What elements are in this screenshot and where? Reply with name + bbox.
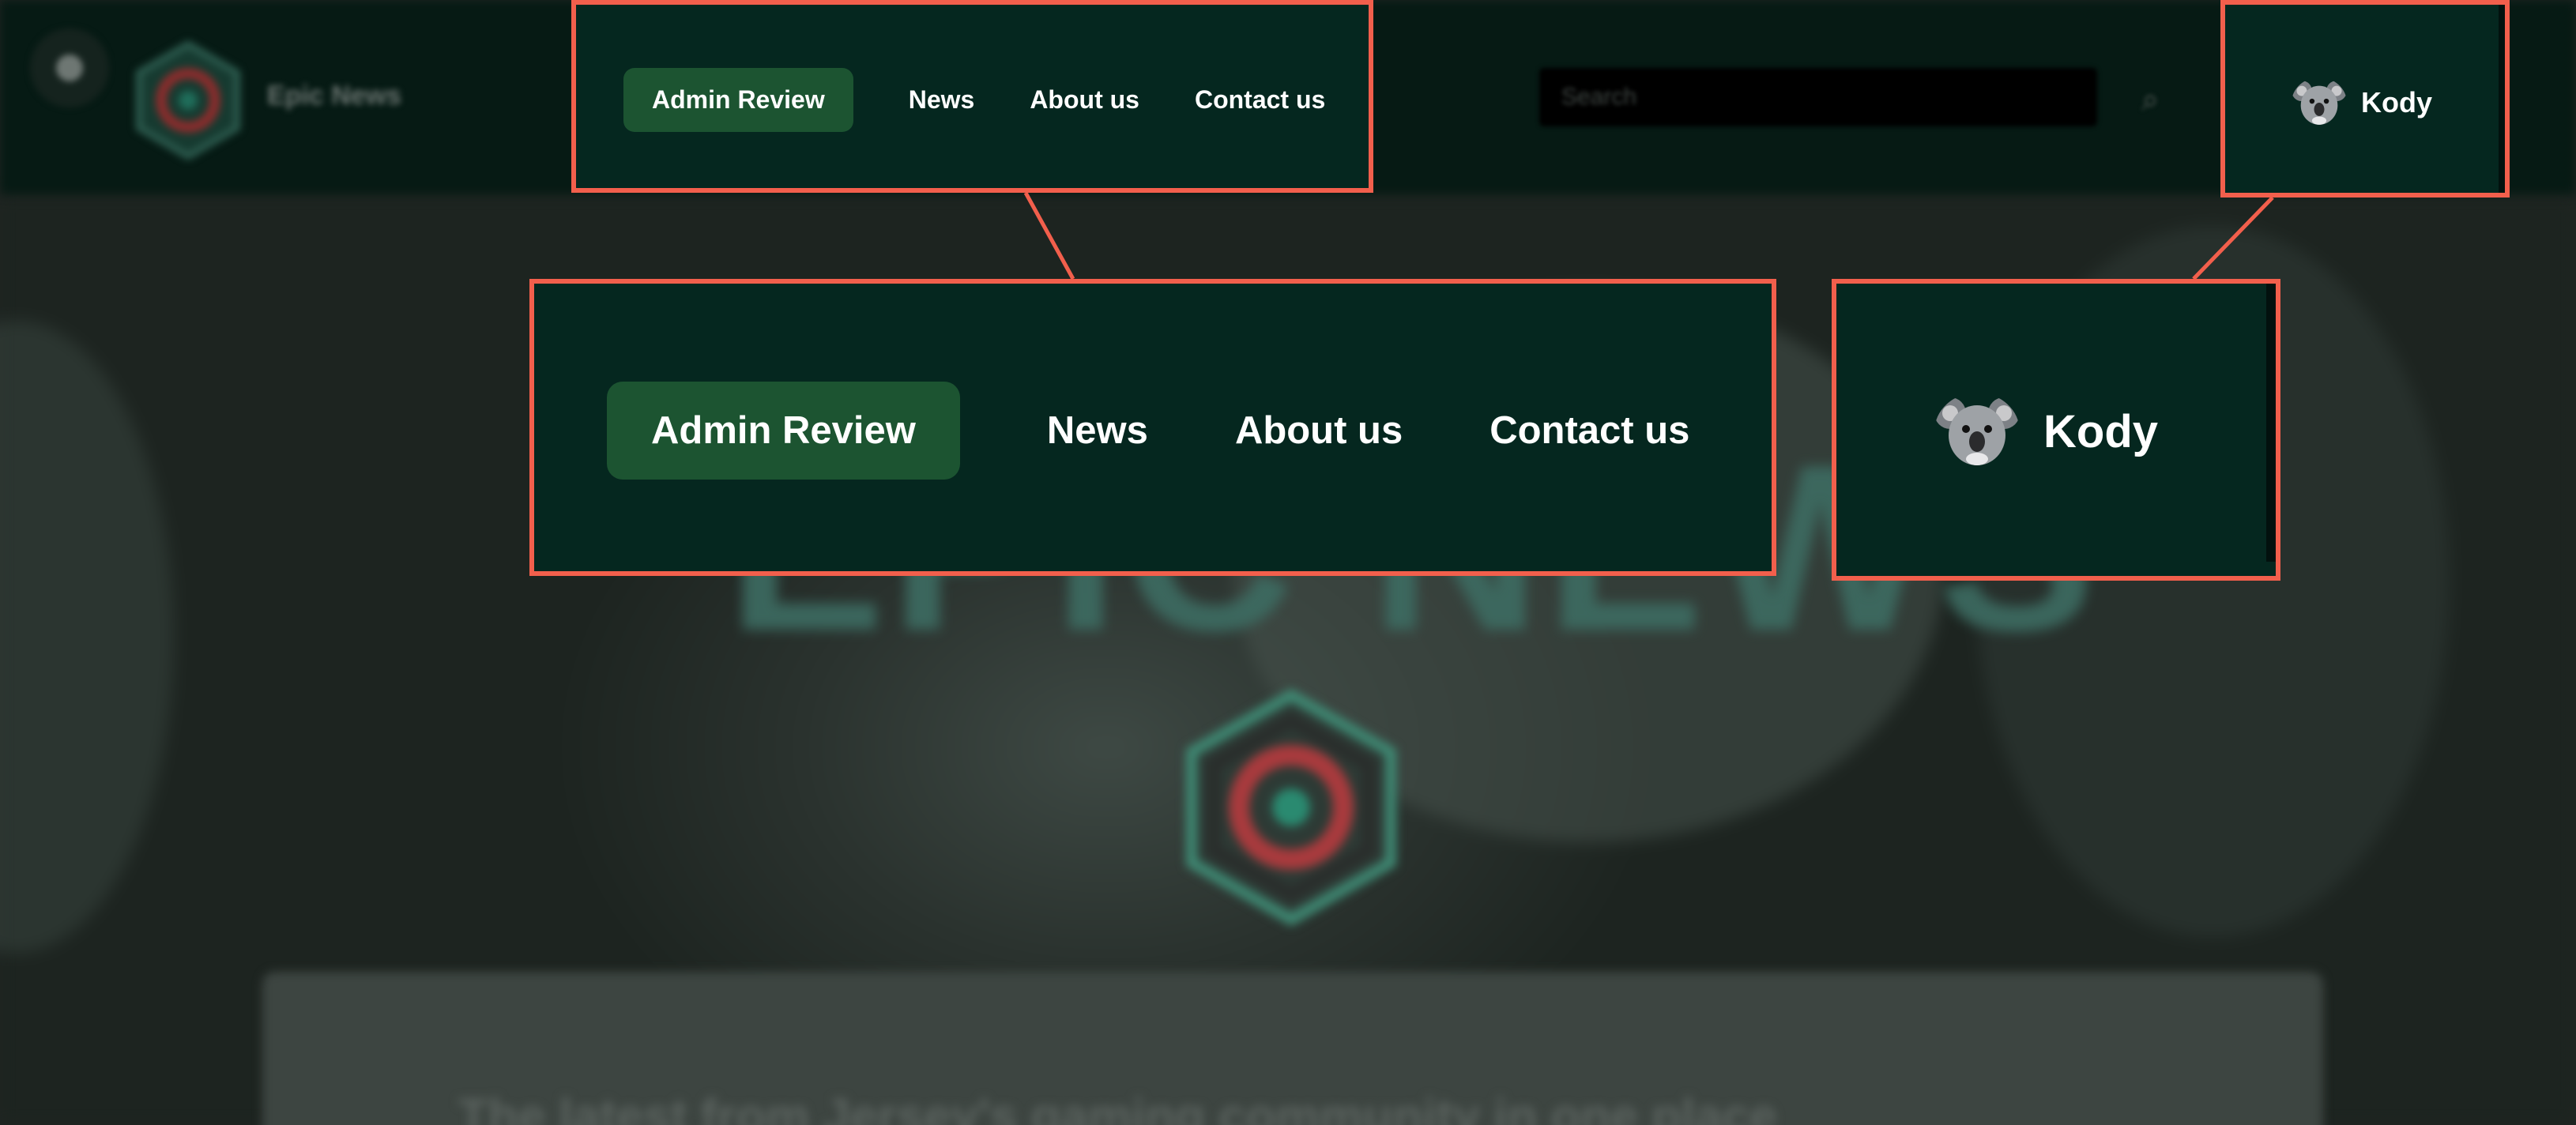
nav-highlight-small: Admin Review News About us Contact us <box>571 0 1373 193</box>
tagline: The latest from Jersey's gaming communit… <box>458 1089 1777 1125</box>
site-logo-icon <box>136 41 240 160</box>
nav-about-us[interactable]: About us <box>1030 85 1139 115</box>
search-icon[interactable]: ⌕ <box>2141 82 2176 117</box>
user-highlight-zoomed: Kody <box>1832 279 2280 581</box>
username: Kody <box>2043 405 2158 457</box>
hero-logo-icon <box>1186 689 1396 926</box>
site-name[interactable]: Epic News <box>267 81 401 111</box>
theme-toggle-button[interactable] <box>30 28 109 107</box>
nav-contact-us[interactable]: Contact us <box>1489 408 1689 453</box>
nav-contact-us[interactable]: Contact us <box>1195 85 1325 115</box>
nav-highlight-zoomed: Admin Review News About us Contact us <box>529 279 1776 576</box>
main-nav-zoomed: Admin Review News About us Contact us <box>607 382 1689 480</box>
nav-about-us[interactable]: About us <box>1235 408 1403 453</box>
username: Kody <box>2361 86 2432 119</box>
user-menu-zoomed[interactable]: Kody <box>1934 393 2158 470</box>
moon-icon <box>56 55 83 81</box>
user-highlight-small: Kody <box>2220 0 2510 198</box>
koala-avatar-icon <box>1934 397 2020 465</box>
nav-admin-review[interactable]: Admin Review <box>623 67 853 132</box>
search-input[interactable]: Search <box>1539 68 2097 126</box>
user-menu[interactable]: Kody <box>2292 77 2432 128</box>
nav-news[interactable]: News <box>1047 408 1148 453</box>
main-nav: Admin Review News About us Contact us <box>623 67 1325 132</box>
nav-admin-review[interactable]: Admin Review <box>607 382 960 480</box>
koala-avatar-icon <box>2292 81 2347 125</box>
nav-news[interactable]: News <box>909 85 975 115</box>
